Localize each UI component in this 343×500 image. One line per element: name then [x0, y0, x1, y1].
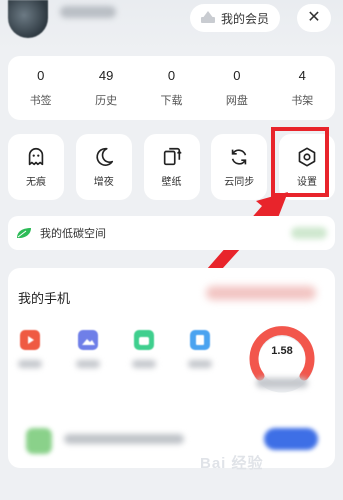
stat-bookshelf[interactable]: 4 书架 — [272, 68, 332, 108]
apps-app-icon[interactable] — [134, 330, 154, 350]
space-label: 我的低碳空间 — [40, 228, 106, 240]
crown-icon — [200, 11, 215, 23]
stat-downloads[interactable]: 0 下载 — [141, 68, 201, 108]
stat-value: 0 — [167, 68, 176, 83]
docs-app-icon[interactable] — [190, 330, 210, 350]
bottom-action-button[interactable] — [264, 428, 318, 450]
username[interactable] — [60, 6, 116, 18]
leaf-icon — [17, 228, 31, 238]
gauge-value: 1.58 — [271, 345, 293, 357]
watermark: Bai 经验 — [200, 455, 264, 472]
phone-title: 我的手机 — [18, 291, 71, 306]
stat-bookmarks[interactable]: 0 书签 — [11, 68, 71, 108]
tool-label: 增夜 — [93, 177, 114, 188]
my-phone-card: 我的手机 1.58 — [8, 268, 335, 468]
tool-night-mode[interactable]: 增夜 — [75, 134, 132, 200]
stat-value: 49 — [98, 68, 114, 83]
tool-label: 云同步 — [224, 177, 255, 188]
stat-label: 书签 — [29, 95, 52, 107]
play-icon — [28, 336, 34, 344]
sync-icon — [232, 149, 247, 165]
stat-value: 0 — [37, 68, 45, 83]
stat-label: 下载 — [160, 95, 183, 107]
bottom-text — [64, 434, 184, 444]
bottom-app-icon[interactable] — [26, 428, 52, 454]
tool-label: 无痕 — [26, 177, 46, 188]
tool-incognito[interactable]: 无痕 — [8, 134, 64, 200]
stat-label: 历史 — [95, 95, 118, 107]
android-icon — [139, 337, 149, 345]
image-icon — [82, 339, 95, 345]
tool-cloud-sync[interactable]: 云同步 — [211, 134, 268, 200]
low-carbon-space-bar[interactable]: 我的低碳空间 — [8, 216, 335, 250]
phone-info-pill[interactable] — [206, 286, 316, 300]
highlight-box — [271, 127, 329, 197]
app-label — [18, 360, 42, 368]
app-label — [132, 360, 156, 368]
video-app-icon[interactable] — [20, 330, 40, 350]
stat-label: 书架 — [291, 95, 314, 107]
close-button[interactable]: ✕ — [297, 4, 331, 32]
app-label — [188, 360, 212, 368]
member-label: 我的会员 — [220, 11, 269, 26]
wallpaper-icon — [163, 147, 182, 166]
tool-wallpaper[interactable]: 壁纸 — [143, 134, 200, 200]
avatar[interactable] — [8, 0, 48, 38]
tool-label: 壁纸 — [161, 177, 182, 188]
document-icon — [196, 335, 204, 345]
stats-card: 0 书签 49 历史 0 下载 0 网盘 4 书架 — [8, 56, 335, 120]
moon-icon — [96, 147, 113, 166]
stat-label: 网盘 — [225, 95, 248, 107]
member-button[interactable]: 我的会员 — [190, 4, 280, 32]
ghost-icon — [28, 147, 44, 166]
space-status — [291, 227, 327, 239]
stat-cloud-drive[interactable]: 0 网盘 — [207, 68, 267, 108]
stat-history[interactable]: 49 历史 — [76, 68, 136, 108]
stat-value: 4 — [298, 68, 306, 83]
stat-value: 0 — [233, 68, 241, 83]
top-bar: 我的会员 ✕ — [0, 0, 343, 52]
gauge-label — [256, 378, 308, 388]
app-label — [76, 360, 100, 368]
gallery-app-icon[interactable] — [78, 330, 98, 350]
